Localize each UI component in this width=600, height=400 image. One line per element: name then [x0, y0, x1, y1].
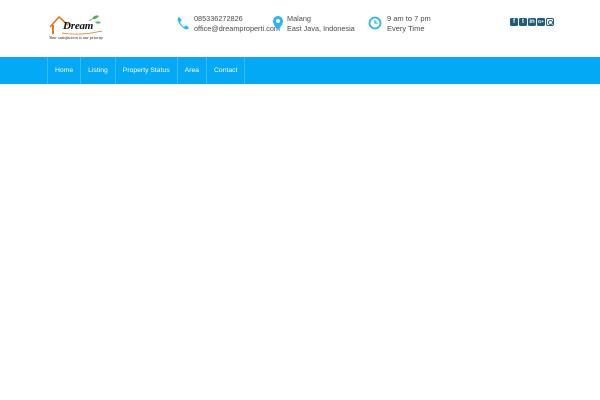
instagram-icon[interactable]	[546, 18, 554, 26]
main-menu: Home Listing Property Status Area Contac…	[47, 57, 246, 84]
hours-days: Every Time	[387, 24, 425, 33]
location-city: Malang	[287, 14, 311, 23]
facebook-icon[interactable]: f	[510, 18, 518, 26]
nav-property-status[interactable]: Property Status	[116, 57, 178, 84]
logo-tagline: Your satisfaction is our priority	[49, 35, 104, 40]
logo-word: Dream	[63, 20, 94, 32]
email-address[interactable]: office@dreamproperti.com	[194, 24, 280, 34]
site-logo[interactable]: Dream Your satisfaction is our priority	[48, 13, 112, 43]
linkedin-icon[interactable]: in	[528, 18, 536, 26]
twitter-icon[interactable]: t	[519, 18, 527, 26]
hours-time: 9 am to 7 pm	[387, 14, 431, 23]
header-top: Dream Your satisfaction is our priority …	[0, 0, 600, 57]
google-plus-icon[interactable]: G+	[537, 18, 545, 26]
nav-listing[interactable]: Listing	[81, 57, 116, 84]
nav-area[interactable]: Area	[178, 57, 208, 84]
social-links: f t in G+	[510, 18, 554, 27]
phone-number: 085336272826	[194, 14, 243, 23]
location-region: East Java, Indonesia	[287, 24, 355, 33]
page-content-area	[0, 84, 600, 400]
nav-contact[interactable]: Contact	[207, 57, 246, 84]
main-navigation-bar: Home Listing Property Status Area Contac…	[0, 57, 600, 84]
nav-home[interactable]: Home	[48, 57, 82, 84]
map-pin-icon	[273, 16, 283, 30]
phone-icon	[177, 17, 189, 30]
clock-icon	[368, 16, 382, 30]
